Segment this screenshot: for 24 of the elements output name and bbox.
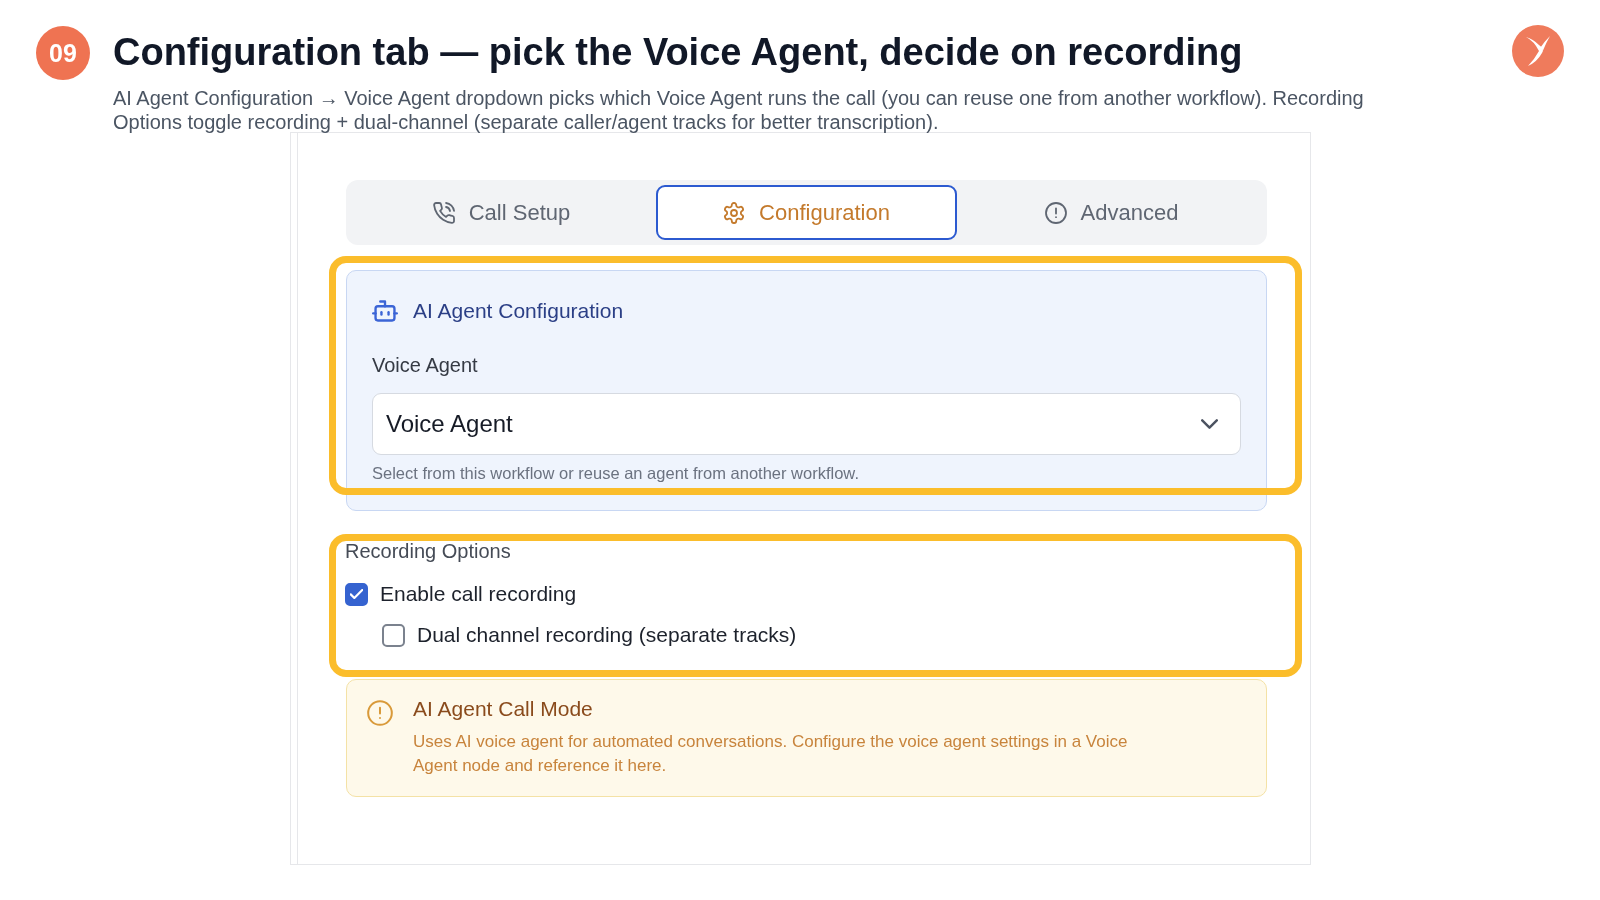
exclamation-circle-icon — [1044, 201, 1067, 224]
notice-title: AI Agent Call Mode — [413, 696, 594, 722]
tab[interactable]: Advanced — [961, 185, 1262, 240]
phone-icon — [432, 201, 455, 224]
step-badge: 09 — [36, 26, 90, 80]
checkbox[interactable] — [382, 623, 405, 647]
checkbox-label[interactable]: Dual channel recording (separate tracks) — [417, 623, 797, 647]
check-icon — [350, 589, 363, 599]
field-label: Voice Agent — [372, 354, 479, 376]
checkbox[interactable] — [345, 582, 368, 606]
gear-icon — [723, 201, 746, 224]
notice-text: Uses AI voice agent for automated conversations. Configure the voice agent settings in a Voice Agent node and reference it here. — [413, 731, 1129, 777]
chevron-down-icon — [1201, 419, 1218, 429]
card-title: AI Agent Configuration — [413, 298, 624, 324]
logo-icon — [1512, 25, 1564, 77]
section-heading: Recording Options — [345, 540, 512, 562]
field-hint: Select from this workflow or reuse an agent from another workflow. — [372, 463, 860, 483]
exclamation-circle-icon — [367, 700, 393, 726]
slide-title: Configuration tab — pick the Voice Agent, decide on recording — [113, 30, 1244, 74]
checkbox-label[interactable]: Enable call recording — [380, 582, 577, 606]
robot-icon — [372, 300, 398, 322]
voice-agent-select[interactable]: Voice Agent — [372, 393, 1241, 455]
slide-description: AI Agent Configuration → Voice Agent dropdown picks which Voice Agent runs the call (you can reuse one from another workflow). Recording Options toggle recording + dual-channel (separate caller/agent tracks for better transcription). — [113, 86, 1365, 134]
tab[interactable]: Call Setup — [351, 185, 652, 240]
